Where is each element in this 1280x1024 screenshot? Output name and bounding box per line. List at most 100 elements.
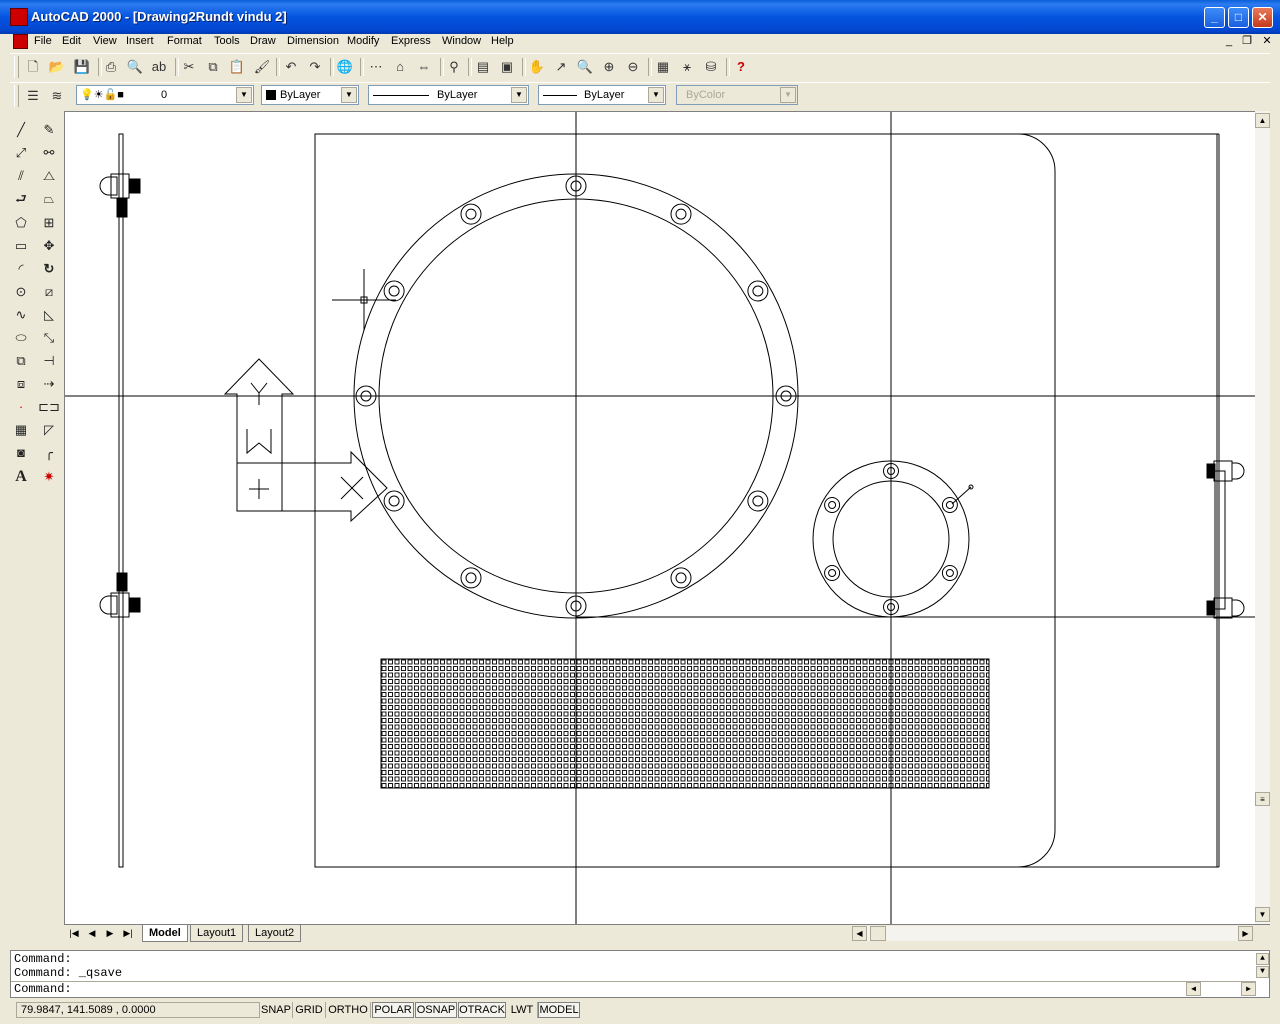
- cmd-scroll-up-button[interactable]: ▲: [1256, 953, 1269, 965]
- offset-icon[interactable]: ⏢: [38, 188, 60, 210]
- hscroll-thumb[interactable]: [870, 926, 886, 941]
- fillet-icon[interactable]: ╭: [38, 442, 60, 464]
- distance-icon[interactable]: ⚲: [443, 57, 465, 77]
- make-layer-current-icon[interactable]: ≋: [46, 86, 68, 106]
- lineweight-dropdown[interactable]: ByLayer ▼: [538, 85, 666, 105]
- copy-object-icon[interactable]: ⚯: [38, 142, 60, 164]
- array-icon[interactable]: ⊞: [38, 212, 60, 234]
- hatch-icon[interactable]: ▦: [10, 419, 32, 441]
- print-icon[interactable]: ⎙: [100, 57, 122, 77]
- next-tab-button[interactable]: ▶: [102, 926, 118, 941]
- stretch-icon[interactable]: ◺: [38, 304, 60, 326]
- move-icon[interactable]: ✥: [38, 235, 60, 257]
- undo-icon[interactable]: ↶: [280, 57, 302, 77]
- scroll-thumb[interactable]: ≡: [1255, 792, 1270, 806]
- menu-modify[interactable]: Modify: [347, 35, 379, 47]
- multiline-icon[interactable]: ⫽: [10, 165, 32, 187]
- properties-icon[interactable]: ▦: [652, 57, 674, 77]
- pan-icon[interactable]: ✋: [526, 57, 548, 77]
- ortho-toggle[interactable]: ORTHO: [326, 1002, 371, 1018]
- scroll-up-button[interactable]: ▲: [1255, 113, 1270, 128]
- mirror-icon[interactable]: ⧍: [38, 165, 60, 187]
- zoom-previous-icon[interactable]: ⊖: [622, 57, 644, 77]
- copy-icon[interactable]: ⧉: [202, 57, 224, 77]
- layer-dropdown[interactable]: 💡☀🔓■ 0 ▼: [76, 85, 254, 105]
- coordinate-readout[interactable]: 79.9847, 141.5089 , 0.0000: [16, 1002, 260, 1018]
- linetype-dropdown[interactable]: ByLayer ▼: [368, 85, 529, 105]
- command-window[interactable]: Command: Command: _qsave Command: ▲ ▼ ◀ …: [10, 950, 1270, 998]
- viewports-icon[interactable]: ▣: [496, 57, 518, 77]
- scroll-left-button[interactable]: ◀: [852, 926, 867, 941]
- tracking-icon[interactable]: ⋯: [365, 57, 387, 77]
- toolbar-grip[interactable]: [14, 56, 19, 78]
- construction-line-icon[interactable]: ⤢: [10, 142, 32, 164]
- cmd-scroll-left-button[interactable]: ◀: [1186, 982, 1201, 996]
- command-prompt[interactable]: Command:: [14, 983, 72, 996]
- cmd-scroll-down-button[interactable]: ▼: [1256, 966, 1269, 978]
- tab-layout2[interactable]: Layout2: [248, 925, 302, 942]
- polygon-icon[interactable]: ⬠: [10, 212, 32, 234]
- new-icon[interactable]: 🗋: [22, 57, 44, 77]
- point-icon[interactable]: ·: [10, 396, 32, 418]
- menu-window[interactable]: Window: [442, 35, 481, 47]
- dbconnect-icon[interactable]: ⛁: [700, 57, 722, 77]
- scale-icon[interactable]: ⧄: [38, 281, 60, 303]
- ucs-icon[interactable]: ⌂: [389, 57, 411, 77]
- drawing-area[interactable]: [64, 111, 1255, 925]
- hyperlink-icon[interactable]: 🌐: [334, 57, 356, 77]
- design-center-icon[interactable]: ⚹: [676, 57, 698, 77]
- menu-draw[interactable]: Draw: [250, 35, 276, 47]
- prev-tab-button[interactable]: ◀: [84, 926, 100, 941]
- scroll-right-button[interactable]: ▶: [1238, 926, 1253, 941]
- minimize-button[interactable]: _: [1204, 7, 1225, 28]
- paste-icon[interactable]: 📋: [226, 57, 248, 77]
- polyline-icon[interactable]: ⮐: [10, 188, 32, 210]
- layers-icon[interactable]: ☰: [22, 86, 44, 106]
- match-properties-icon[interactable]: 🖌: [251, 57, 273, 77]
- extend-icon[interactable]: ⇢: [38, 373, 60, 395]
- menu-help[interactable]: Help: [491, 35, 514, 47]
- erase-icon[interactable]: ✎: [38, 119, 60, 141]
- chevron-down-icon[interactable]: ▼: [648, 87, 664, 103]
- make-block-icon[interactable]: ⧈: [10, 373, 32, 395]
- menu-view[interactable]: View: [93, 35, 117, 47]
- menu-express[interactable]: Express: [391, 35, 431, 47]
- menu-dimension[interactable]: Dimension: [287, 35, 339, 47]
- spell-icon[interactable]: ab: [148, 57, 170, 77]
- doc-minimize-button[interactable]: _: [1222, 35, 1236, 47]
- document-icon[interactable]: [13, 34, 28, 49]
- circle-icon[interactable]: ⊙: [10, 281, 32, 303]
- rectangle-icon[interactable]: ▭: [10, 235, 32, 257]
- autocad-app-icon[interactable]: [10, 8, 28, 26]
- open-icon[interactable]: 📂: [46, 57, 68, 77]
- menu-tools[interactable]: Tools: [214, 35, 240, 47]
- doc-restore-button[interactable]: ❐: [1240, 35, 1254, 47]
- zoom-window-icon[interactable]: ⊕: [598, 57, 620, 77]
- help-icon[interactable]: ?: [730, 57, 752, 77]
- menu-edit[interactable]: Edit: [62, 35, 81, 47]
- chamfer-icon[interactable]: ◸: [38, 419, 60, 441]
- first-tab-button[interactable]: |◀: [66, 926, 82, 941]
- snap-toggle[interactable]: SNAP: [260, 1002, 293, 1018]
- chevron-down-icon[interactable]: ▼: [511, 87, 527, 103]
- ellipse-icon[interactable]: ⬭: [10, 327, 32, 349]
- close-button[interactable]: ✕: [1252, 7, 1273, 28]
- tab-layout1[interactable]: Layout1: [190, 925, 244, 942]
- model-toggle[interactable]: MODEL: [538, 1002, 580, 1018]
- insert-block-icon[interactable]: ⧉: [10, 350, 32, 372]
- toolbar-grip[interactable]: [14, 85, 19, 107]
- cmd-scroll-right-button[interactable]: ▶: [1241, 982, 1256, 996]
- tab-model[interactable]: Model: [142, 925, 188, 942]
- pan-realtime-icon[interactable]: ↗: [550, 57, 572, 77]
- menu-file[interactable]: File: [34, 35, 52, 47]
- break-icon[interactable]: ⊏⊐: [38, 396, 60, 418]
- vertical-scrollbar[interactable]: ▲ ≡ ▼: [1255, 111, 1270, 924]
- lengthen-icon[interactable]: ⤡: [38, 327, 60, 349]
- chevron-down-icon[interactable]: ▼: [341, 87, 357, 103]
- spline-icon[interactable]: ∿: [10, 304, 32, 326]
- doc-close-button[interactable]: ✕: [1260, 35, 1274, 47]
- scroll-down-button[interactable]: ▼: [1255, 907, 1270, 922]
- rotate-icon[interactable]: ↻: [38, 258, 60, 280]
- line-icon[interactable]: ╱: [10, 119, 32, 141]
- layout-icon[interactable]: ▤: [472, 57, 494, 77]
